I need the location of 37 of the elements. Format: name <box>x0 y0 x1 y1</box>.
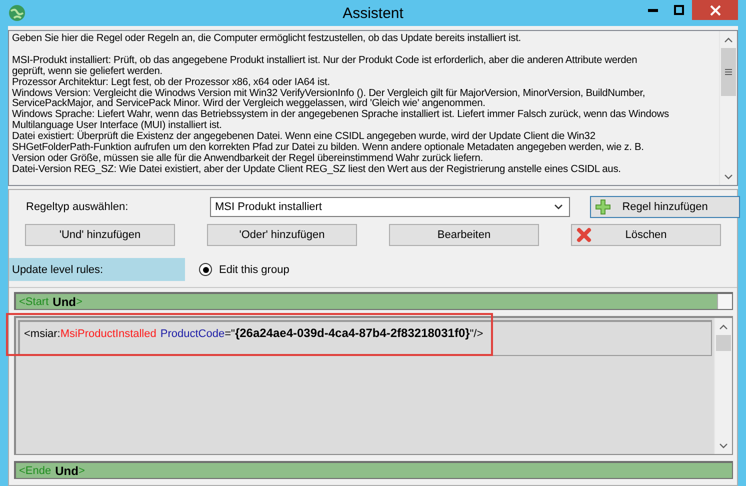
scroll-thumb[interactable] <box>716 335 731 351</box>
add-rule-button[interactable]: Regel hinzufügen <box>590 196 740 218</box>
delete-button[interactable]: Löschen <box>571 224 721 246</box>
rule-item[interactable]: <msiar:MsiProductInstalled ProductCode="{26a24ae4-039d-4ca4-87b4-2f83218031f0}"/> <box>18 320 712 356</box>
scroll-down-icon[interactable] <box>719 442 728 448</box>
close-button[interactable] <box>692 0 738 20</box>
update-level-label: Update level rules: <box>9 258 185 281</box>
close-icon <box>710 4 720 16</box>
action-button[interactable]: Bearbeiten <box>389 224 539 246</box>
scroll-thumb[interactable] <box>721 48 736 96</box>
grip-icon <box>725 69 732 75</box>
scroll-up-icon[interactable] <box>724 36 733 42</box>
description-paragraph: Datei-Version REG_SZ: Wie Datei existiert, aber der Update Client REG_SZ liest den Wert aus der Registrierung anstelle eines CSIDL aus. <box>12 164 622 176</box>
description-paragraph: Prozessor Architektur: Legt fest, ob der Prozessor x86, x64 oder IA64 ist. <box>12 78 331 88</box>
scrollbar[interactable] <box>714 318 732 454</box>
description-paragraph: Geben Sie hier die Regel oder Regeln an, die Computer ermöglicht festzustellen, ob das Update bereits installiert ist. <box>12 34 522 45</box>
rule-type-label: Regeltyp auswählen: <box>25 201 130 213</box>
description-paragraph: Windows Version: Vergleicht die Winodws Version mit Win32 VerifyVersionInfo (). Der Vergleich gilt für MajorVersion, MinorVersion, BuildNumber, ServicePackMajor, and ServicePack Minor. Wird der Vergleich weggelassen, wird 'Gleich wie' angenommen. <box>12 88 646 110</box>
minimize-icon <box>648 8 658 12</box>
plus-icon <box>595 199 611 215</box>
description-paragraph: Windows Sprache: Liefert Wahr, wenn das Betriebssystem in der angegebenen Sprache installiert ist. Liefert immer Falsch zurück, wenn das Windows Multilanguage User Interface (MUI) installiert ist. <box>12 110 670 132</box>
edit-group-radio[interactable]: Edit this group <box>199 263 290 276</box>
globe-icon <box>8 4 26 22</box>
maximize-icon <box>674 5 684 15</box>
cross-icon <box>576 227 592 243</box>
scrollbar[interactable] <box>719 31 737 185</box>
rule-type-dropdown[interactable]: MSI Produkt installiert <box>210 197 570 217</box>
start-group-bar: <Start Und> <box>14 292 733 310</box>
description-paragraph: Datei existiert: Überprüft die Existenz der angegebenen Datei. Wenn eine CSIDL angegeben wurde, wird der Update Client die Win32 SHGetFolderPath-Funktion aufrufen um den korrekten Pfad zur Datei zu bilden. Wenn andere optionale Metadaten angegeben werden, wie z. B. Version oder Größe, müssen sie alle für die Anwendbarkeit der Regel übereinstimmend Wahr zurück liefern. <box>12 132 645 164</box>
end-group-bar: <Ende Und> <box>14 461 733 479</box>
scroll-up-icon[interactable] <box>719 324 728 330</box>
scroll-down-icon[interactable] <box>724 174 733 180</box>
window-title: Assistent <box>342 4 404 22</box>
action-button[interactable]: 'Und' hinzufügen <box>25 224 175 246</box>
action-button[interactable]: 'Oder' hinzufügen <box>207 224 357 246</box>
caret-icon <box>554 204 563 210</box>
description-paragraph: MSI-Produkt installiert: Prüft, ob das angegebene Produkt installiert ist. Nur der Produkt Code ist erforderlich, aber die anderen Attribute werden geprüft, wenn sie geliefert werden. <box>12 56 638 77</box>
